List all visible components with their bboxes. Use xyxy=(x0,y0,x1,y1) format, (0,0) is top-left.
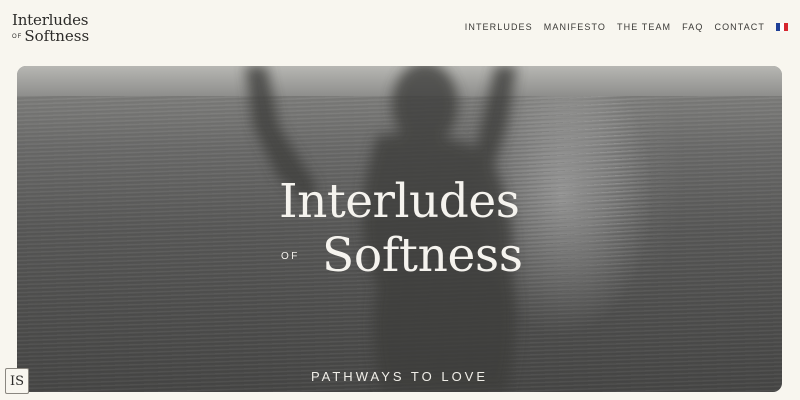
hero-banner: Interludes OF Softness PATHWAYS TO LOVE xyxy=(17,66,782,392)
flag-stripe-red xyxy=(784,23,788,31)
main-nav: INTERLUDES MANIFESTO THE TEAM FAQ CONTAC… xyxy=(454,22,788,32)
logo-line2-wrap: OF Softness xyxy=(12,29,89,44)
nav-faq[interactable]: FAQ xyxy=(682,22,703,32)
hero-title: Interludes OF Softness xyxy=(17,66,782,392)
logo-badge[interactable]: IS xyxy=(5,368,29,394)
hero-tagline: PATHWAYS TO LOVE xyxy=(310,369,489,384)
logo-of: OF xyxy=(12,34,23,40)
nav-interludes[interactable]: INTERLUDES xyxy=(465,22,533,32)
hero-title-line1: Interludes xyxy=(279,174,520,229)
nav-contact[interactable]: CONTACT xyxy=(714,22,765,32)
hero-title-line2: Softness xyxy=(322,228,523,283)
nav-manifesto[interactable]: MANIFESTO xyxy=(544,22,606,32)
site-logo[interactable]: Interludes OF Softness xyxy=(12,13,89,44)
nav-the-team[interactable]: THE TEAM xyxy=(617,22,671,32)
logo-line1: Interludes xyxy=(12,11,89,29)
france-flag-icon[interactable] xyxy=(776,23,788,31)
hero-title-of: OF xyxy=(281,251,300,262)
logo-line2: Softness xyxy=(24,27,90,45)
